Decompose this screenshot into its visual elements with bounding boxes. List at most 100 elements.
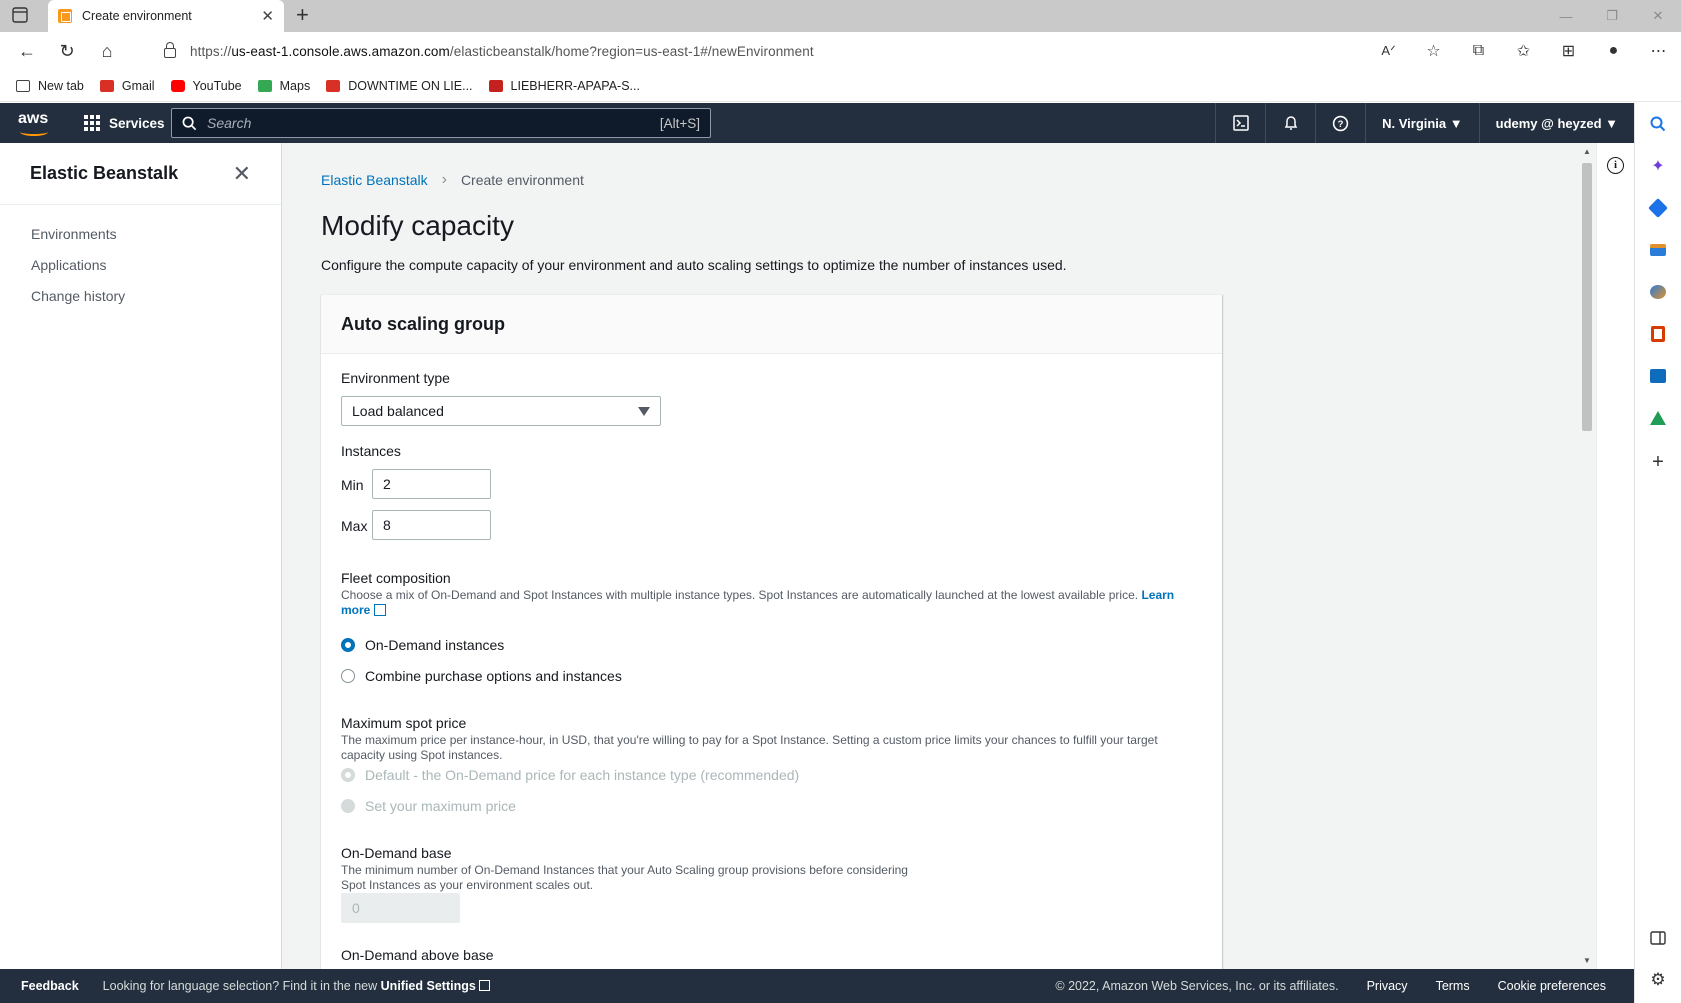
breadcrumb-elastic-beanstalk[interactable]: Elastic Beanstalk [321, 172, 428, 188]
bookmark-label: LIEBHERR-APAPA-S... [510, 78, 640, 93]
bookmark-label: Gmail [121, 78, 155, 93]
browser-actions: Aᐟ ☆ ⧉ ✩ ⊞ ● ⋯ [1366, 32, 1681, 70]
bookmark-downtime[interactable]: DOWNTIME ON LIE... [326, 78, 473, 93]
terms-link[interactable]: Terms [1436, 979, 1470, 993]
search-icon[interactable] [1647, 113, 1669, 135]
radio-unselected[interactable] [341, 669, 355, 683]
outlook-icon[interactable] [1647, 365, 1669, 387]
add-favorite-icon[interactable]: ☆ [1411, 41, 1456, 61]
cloudshell-icon[interactable] [1215, 103, 1265, 143]
help-icon[interactable]: ? [1315, 103, 1365, 143]
environment-type-select[interactable]: Load balanced [341, 396, 661, 426]
home-icon[interactable]: ⌂ [90, 36, 124, 66]
aws-favicon-icon [58, 9, 72, 23]
sidebar-toggle-icon[interactable] [1647, 927, 1669, 949]
reload-icon[interactable]: ↻ [50, 36, 84, 66]
browser-tab-active[interactable]: Create environment ✕ [48, 0, 284, 32]
aws-logo[interactable]: aws [18, 110, 54, 136]
side-nav-header: Elastic Beanstalk ✕ [0, 143, 281, 205]
shopping-tag-icon[interactable] [1647, 197, 1669, 219]
browser-toolbar: ← ↻ ⌂ https://us-east-1.console.aws.amaz… [0, 32, 1681, 70]
scroll-down-icon[interactable]: ▼ [1583, 956, 1591, 965]
bookmark-liebherr[interactable]: LIEBHERR-APAPA-S... [488, 78, 640, 93]
bookmarks-bar: New tab Gmail YouTube Maps DOWNTIME ON L… [0, 70, 1681, 102]
breadcrumb: Elastic Beanstalk › Create environment [321, 171, 584, 189]
fleet-option-on-demand[interactable]: On-Demand instances [341, 637, 504, 653]
favorites-icon[interactable]: ✩ [1501, 41, 1546, 61]
on-demand-base-description: The minimum number of On-Demand Instance… [341, 863, 908, 892]
help-panel-rail: i [1596, 143, 1634, 969]
on-demand-above-base-label: On-Demand above base [341, 947, 494, 963]
search-shortcut-hint: [Alt+S] [659, 115, 700, 131]
aws-search-input[interactable] [207, 115, 660, 131]
spot-option-label: Default - the On-Demand price for each i… [365, 767, 800, 783]
fleet-desc-text: Choose a mix of On-Demand and Spot Insta… [341, 588, 1139, 602]
office-icon[interactable] [1647, 323, 1669, 345]
sidebar-item-environments[interactable]: Environments [0, 219, 281, 250]
svg-text:?: ? [1338, 119, 1344, 130]
side-nav-title[interactable]: Elastic Beanstalk [30, 163, 178, 184]
fleet-option-label: On-Demand instances [365, 637, 505, 653]
aws-search-box[interactable]: [Alt+S] [171, 108, 711, 138]
radio-selected[interactable] [341, 638, 355, 652]
cookie-preferences-link[interactable]: Cookie preferences [1498, 979, 1606, 993]
close-window-icon[interactable]: ✕ [1635, 0, 1681, 32]
chevron-right-icon: › [441, 171, 447, 188]
on-demand-base-label: On-Demand base [341, 845, 452, 861]
max-spot-price-label: Maximum spot price [341, 715, 467, 731]
minimize-icon[interactable]: — [1543, 0, 1589, 32]
bookmark-label: DOWNTIME ON LIE... [348, 78, 473, 93]
tools-briefcase-icon[interactable] [1647, 239, 1669, 261]
collections-icon[interactable]: ⊞ [1546, 41, 1591, 61]
feedback-link[interactable]: Feedback [21, 979, 79, 993]
bookmark-label: YouTube [192, 78, 242, 93]
tab-actions-icon[interactable] [12, 7, 38, 25]
notifications-bell-icon[interactable] [1265, 103, 1315, 143]
privacy-link[interactable]: Privacy [1367, 979, 1408, 993]
unified-settings-link[interactable]: Unified Settings [381, 979, 491, 993]
service-side-nav: Elastic Beanstalk ✕ Environments Applica… [0, 143, 282, 969]
games-icon[interactable] [1647, 281, 1669, 303]
environment-type-value: Load balanced [352, 403, 444, 419]
tab-title: Create environment [82, 9, 192, 23]
fleet-option-combine[interactable]: Combine purchase options and instances [341, 668, 622, 684]
close-icon[interactable]: ✕ [233, 161, 251, 187]
extensions-icon[interactable]: ⧉ [1456, 42, 1501, 60]
back-icon[interactable]: ← [10, 36, 44, 66]
scroll-up-icon[interactable]: ▲ [1583, 147, 1591, 156]
address-bar[interactable]: https://us-east-1.console.aws.amazon.com… [150, 36, 1430, 66]
account-menu[interactable]: udemy @ heyzed ▼ [1478, 103, 1634, 143]
youtube-icon [170, 79, 185, 92]
scroll-thumb[interactable] [1582, 163, 1592, 431]
fleet-composition-label: Fleet composition [341, 570, 451, 586]
sidebar-item-applications[interactable]: Applications [0, 250, 281, 281]
panel-title: Auto scaling group [341, 313, 505, 334]
language-message: Looking for language selection? Find it … [103, 979, 491, 993]
max-instances-input[interactable] [372, 510, 491, 540]
bookmark-gmail[interactable]: Gmail [99, 78, 155, 93]
new-tab-icon[interactable]: + [296, 4, 309, 26]
page-description: Configure the compute capacity of your e… [321, 257, 1067, 273]
region-selector[interactable]: N. Virginia ▼ [1365, 103, 1479, 143]
maximize-icon[interactable]: ❐ [1589, 0, 1635, 32]
services-menu-button[interactable]: Services [84, 115, 165, 131]
aws-nav-right: ? N. Virginia ▼ udemy @ heyzed ▼ [1215, 103, 1634, 143]
settings-gear-icon[interactable]: ⚙ [1647, 969, 1669, 991]
sidebar-item-change-history[interactable]: Change history [0, 281, 281, 312]
copilot-sparkle-icon[interactable]: ✦ [1647, 155, 1669, 177]
bookmark-new-tab[interactable]: New tab [16, 79, 84, 93]
tab-close-icon[interactable]: ✕ [261, 7, 274, 25]
main-content: Elastic Beanstalk › Create environment M… [282, 143, 1578, 969]
add-icon[interactable]: + [1647, 451, 1669, 473]
min-instances-input[interactable] [372, 469, 491, 499]
page-title: Modify capacity [321, 210, 514, 241]
info-icon[interactable]: i [1607, 157, 1624, 174]
bookmark-youtube[interactable]: YouTube [170, 78, 242, 93]
tree-icon[interactable] [1647, 407, 1669, 429]
more-menu-icon[interactable]: ⋯ [1636, 41, 1681, 61]
profile-icon[interactable]: ● [1591, 42, 1636, 60]
services-grid-icon [84, 115, 100, 131]
read-aloud-icon[interactable]: Aᐟ [1366, 43, 1411, 59]
main-scrollbar[interactable]: ▲ ▼ [1578, 143, 1596, 969]
bookmark-maps[interactable]: Maps [257, 79, 310, 93]
